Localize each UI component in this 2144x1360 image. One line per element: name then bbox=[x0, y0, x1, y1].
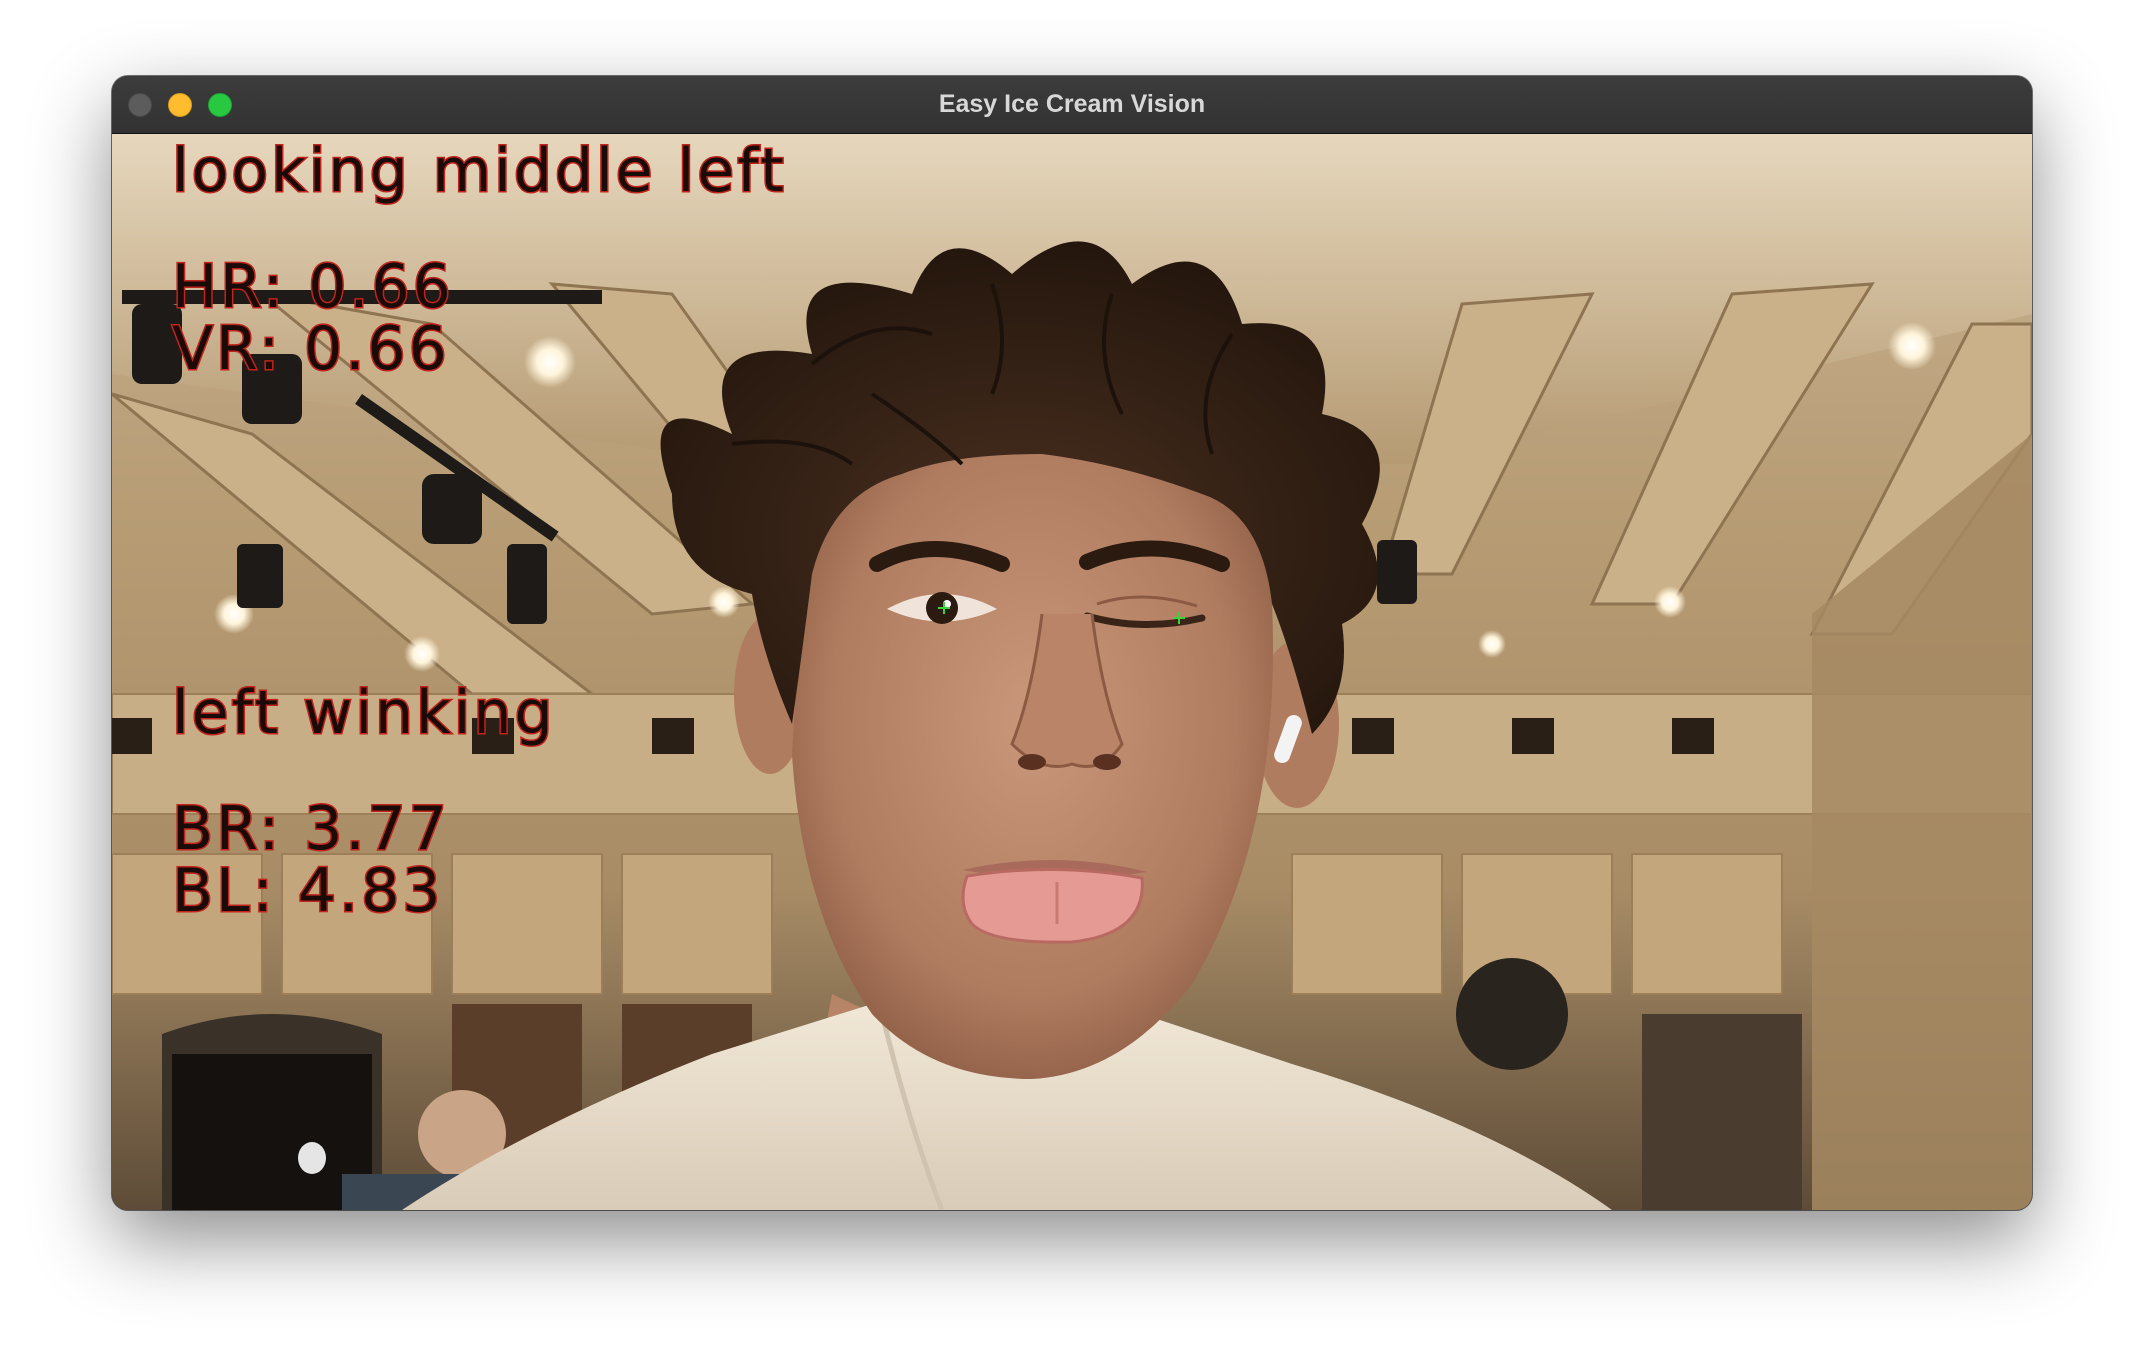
ceiling-light bbox=[1888, 322, 1936, 370]
title-bar[interactable]: Easy Ice Cream Vision bbox=[112, 76, 2032, 134]
camera-feed: looking middle left HR: 0.66 VR: 0.66 le… bbox=[112, 134, 2032, 1210]
vertical-ratio-readout: VR: 0.66 bbox=[171, 313, 450, 386]
tongue bbox=[961, 868, 1144, 944]
app-window: Easy Ice Cream Vision looking middle lef… bbox=[112, 76, 2032, 1210]
ceiling-light bbox=[404, 636, 440, 672]
horizontal-ratio-readout: HR: 0.66 bbox=[171, 251, 454, 324]
blink-right-readout: BR: 3.77 bbox=[171, 793, 450, 866]
window-title: Easy Ice Cream Vision bbox=[938, 90, 1206, 118]
ceiling-light bbox=[524, 336, 576, 388]
ceiling-light bbox=[1478, 630, 1506, 658]
ceiling-light bbox=[708, 586, 740, 618]
gaze-direction-label: looking middle left bbox=[171, 135, 787, 208]
blink-left-readout: BL: 4.83 bbox=[170, 855, 444, 928]
blink-status-label: left winking bbox=[171, 677, 556, 750]
ceiling-light bbox=[1654, 586, 1686, 618]
